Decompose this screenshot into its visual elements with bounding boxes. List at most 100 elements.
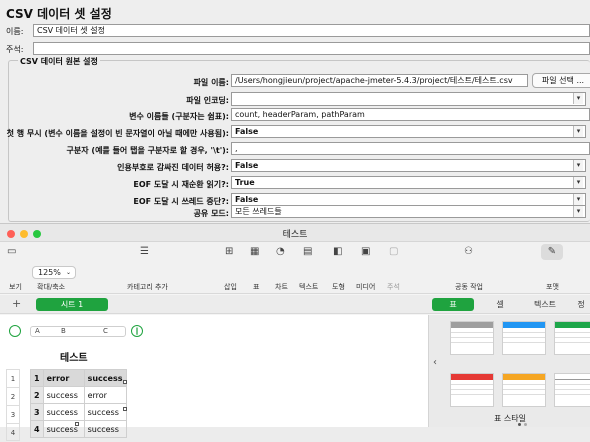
sharing-mode-select[interactable]: 모든 쓰레드들 ▾ [231,205,586,218]
paintbrush-icon: ✎ [547,246,557,257]
table-cell[interactable]: success [83,420,127,438]
sidebar-icon: ▭ [7,246,17,257]
quoted-data-select[interactable]: False ▾ [231,159,586,172]
comment-button[interactable]: ▢ [389,246,398,261]
format-tab-cell[interactable]: 셀 [480,298,520,311]
format-tab-arrange[interactable]: 정 [572,298,590,311]
add-sheet-button[interactable]: + [12,297,21,310]
collaborate-button[interactable]: ⚇ [464,246,473,261]
select-all-handle[interactable] [9,325,21,337]
table-cell[interactable]: error [42,369,85,387]
chevron-left-icon[interactable]: ‹ [433,357,437,368]
table-icon: ▦ [250,246,260,257]
add-category-button[interactable]: ☰ [140,246,149,261]
text-box-icon: ▤ [303,246,313,257]
panel-caption: 표 스타일 [494,414,526,423]
chevron-down-icon[interactable]: ▾ [573,93,583,104]
sheet-canvas[interactable]: A B C ‖ 테스트 1 2 3 4 1 error success 2 su… [0,315,428,441]
table-cell[interactable]: 3 [30,403,44,421]
comment-icon: ▢ [389,246,399,257]
resize-handle[interactable] [123,407,127,411]
stop-thread-eof-value: False [235,195,259,204]
resize-handle[interactable] [75,422,79,426]
table-cell[interactable]: success [42,386,85,404]
table-cell[interactable]: 1 [30,369,44,387]
chevron-down-icon[interactable]: ▾ [573,160,583,171]
media-button[interactable]: ▣ [361,246,370,261]
format-sidebar: ‹ 표 스타일 [428,315,590,427]
row-number[interactable]: 1 [6,369,20,387]
chart-label: 차트 [275,283,288,291]
table-style-thumbnail[interactable] [502,373,546,407]
comment-input[interactable] [33,42,590,55]
table-cell[interactable]: 4 [30,420,44,438]
format-label: 포맷 [546,283,559,291]
row-number[interactable]: 4 [6,423,20,441]
view-button[interactable]: ▭ [7,246,16,261]
filename-input[interactable]: /Users/hongjieun/project/apache-jmeter-5… [231,74,528,87]
table-style-thumbnail[interactable] [554,373,590,407]
column-resize-handle[interactable]: ‖ [131,325,143,337]
page-dot-active[interactable] [518,423,521,426]
table-button[interactable]: ▦ [250,246,259,261]
insert-button[interactable]: ⊞ [225,246,233,261]
chevron-down-icon[interactable]: ▾ [573,206,583,217]
zoom-value: 125% [38,268,61,277]
table-style-thumbnail[interactable] [502,321,546,355]
insert-label: 삽입 [224,283,237,291]
filename-label: 파일 이름: [193,78,229,87]
chevron-down-icon[interactable]: ▾ [573,126,583,137]
table-style-thumbnail[interactable] [554,321,590,355]
sharing-mode-value: 모든 쓰레드들 [235,207,282,216]
page-title: CSV 데이터 셋 설정 [6,7,112,21]
zoom-select[interactable]: 125% ⌄ [32,266,76,279]
text-button[interactable]: ▤ [303,246,312,261]
delimiter-input[interactable]: , [231,142,590,155]
resize-handle[interactable] [123,380,127,384]
encoding-combo[interactable]: ▾ [231,92,586,106]
quoted-data-label: 인용부호로 감싸진 데이터 허용?: [117,163,229,172]
ignore-header-label: 첫 행 무시 (변수 이름을 설정이 빈 문자열이 아닐 때에만 사용됨): [6,129,229,138]
table-cell[interactable]: success [83,369,127,387]
media-label: 미디어 [356,283,376,291]
column-header-c[interactable]: C [103,327,108,335]
insert-plus-icon: ⊞ [225,246,234,257]
add-category-label: 카테고리 추가 [127,283,168,291]
encoding-label: 파일 인코딩: [186,96,229,105]
row-number-strip: 1 2 3 4 [6,369,20,441]
photo-icon: ▣ [361,246,371,257]
table-row: 3 success success [30,403,127,421]
chevron-down-icon[interactable]: ▾ [573,177,583,188]
column-header-b[interactable]: B [61,327,66,335]
table-cell[interactable]: 2 [30,386,44,404]
format-tab-text[interactable]: 텍스트 [524,298,566,311]
shape-button[interactable]: ◧ [333,246,342,261]
numbers-window: 테스트 ▭ 보기 125% ⌄ 확대/축소 ☰ 카테고리 추가 ⊞ 삽입 ▦ 표… [0,224,590,441]
page-dot[interactable] [524,423,527,426]
tab-sheet-1[interactable]: 시트 1 [36,298,108,311]
browse-file-button[interactable]: 파일 선택 ... [532,73,590,88]
row-number[interactable]: 3 [6,405,20,423]
format-button[interactable]: ✎ [541,244,563,260]
chevron-down-icon[interactable]: ▾ [573,194,583,205]
format-tab-table[interactable]: 표 [432,298,474,311]
recycle-eof-label: EOF 도달 시 재순환 읽기?: [133,180,229,189]
ignore-header-value: False [235,127,259,136]
table-style-thumbnail[interactable] [450,373,494,407]
row-number[interactable]: 2 [6,387,20,405]
varnames-input[interactable]: count, headerParam, pathParam [231,108,590,121]
column-header-a[interactable]: A [35,327,40,335]
comment-label: 주석 [387,283,400,291]
table-cell[interactable]: error [83,386,127,404]
recycle-eof-select[interactable]: True ▾ [231,176,586,189]
name-input[interactable]: CSV 데이터 셋 설정 [33,24,590,37]
table-cell[interactable]: success [83,403,127,421]
chart-button[interactable]: ◔ [276,246,285,261]
table-label: 표 [253,283,260,291]
list-icon: ☰ [140,246,149,257]
table-cell[interactable]: success [42,403,85,421]
table-style-thumbnail[interactable] [450,321,494,355]
collaborate-label: 공동 작업 [455,283,483,291]
ignore-header-select[interactable]: False ▾ [231,125,586,138]
jmeter-csv-config-panel: CSV 데이터 셋 설정 이름: CSV 데이터 셋 설정 주석: CSV 데이… [0,0,590,224]
